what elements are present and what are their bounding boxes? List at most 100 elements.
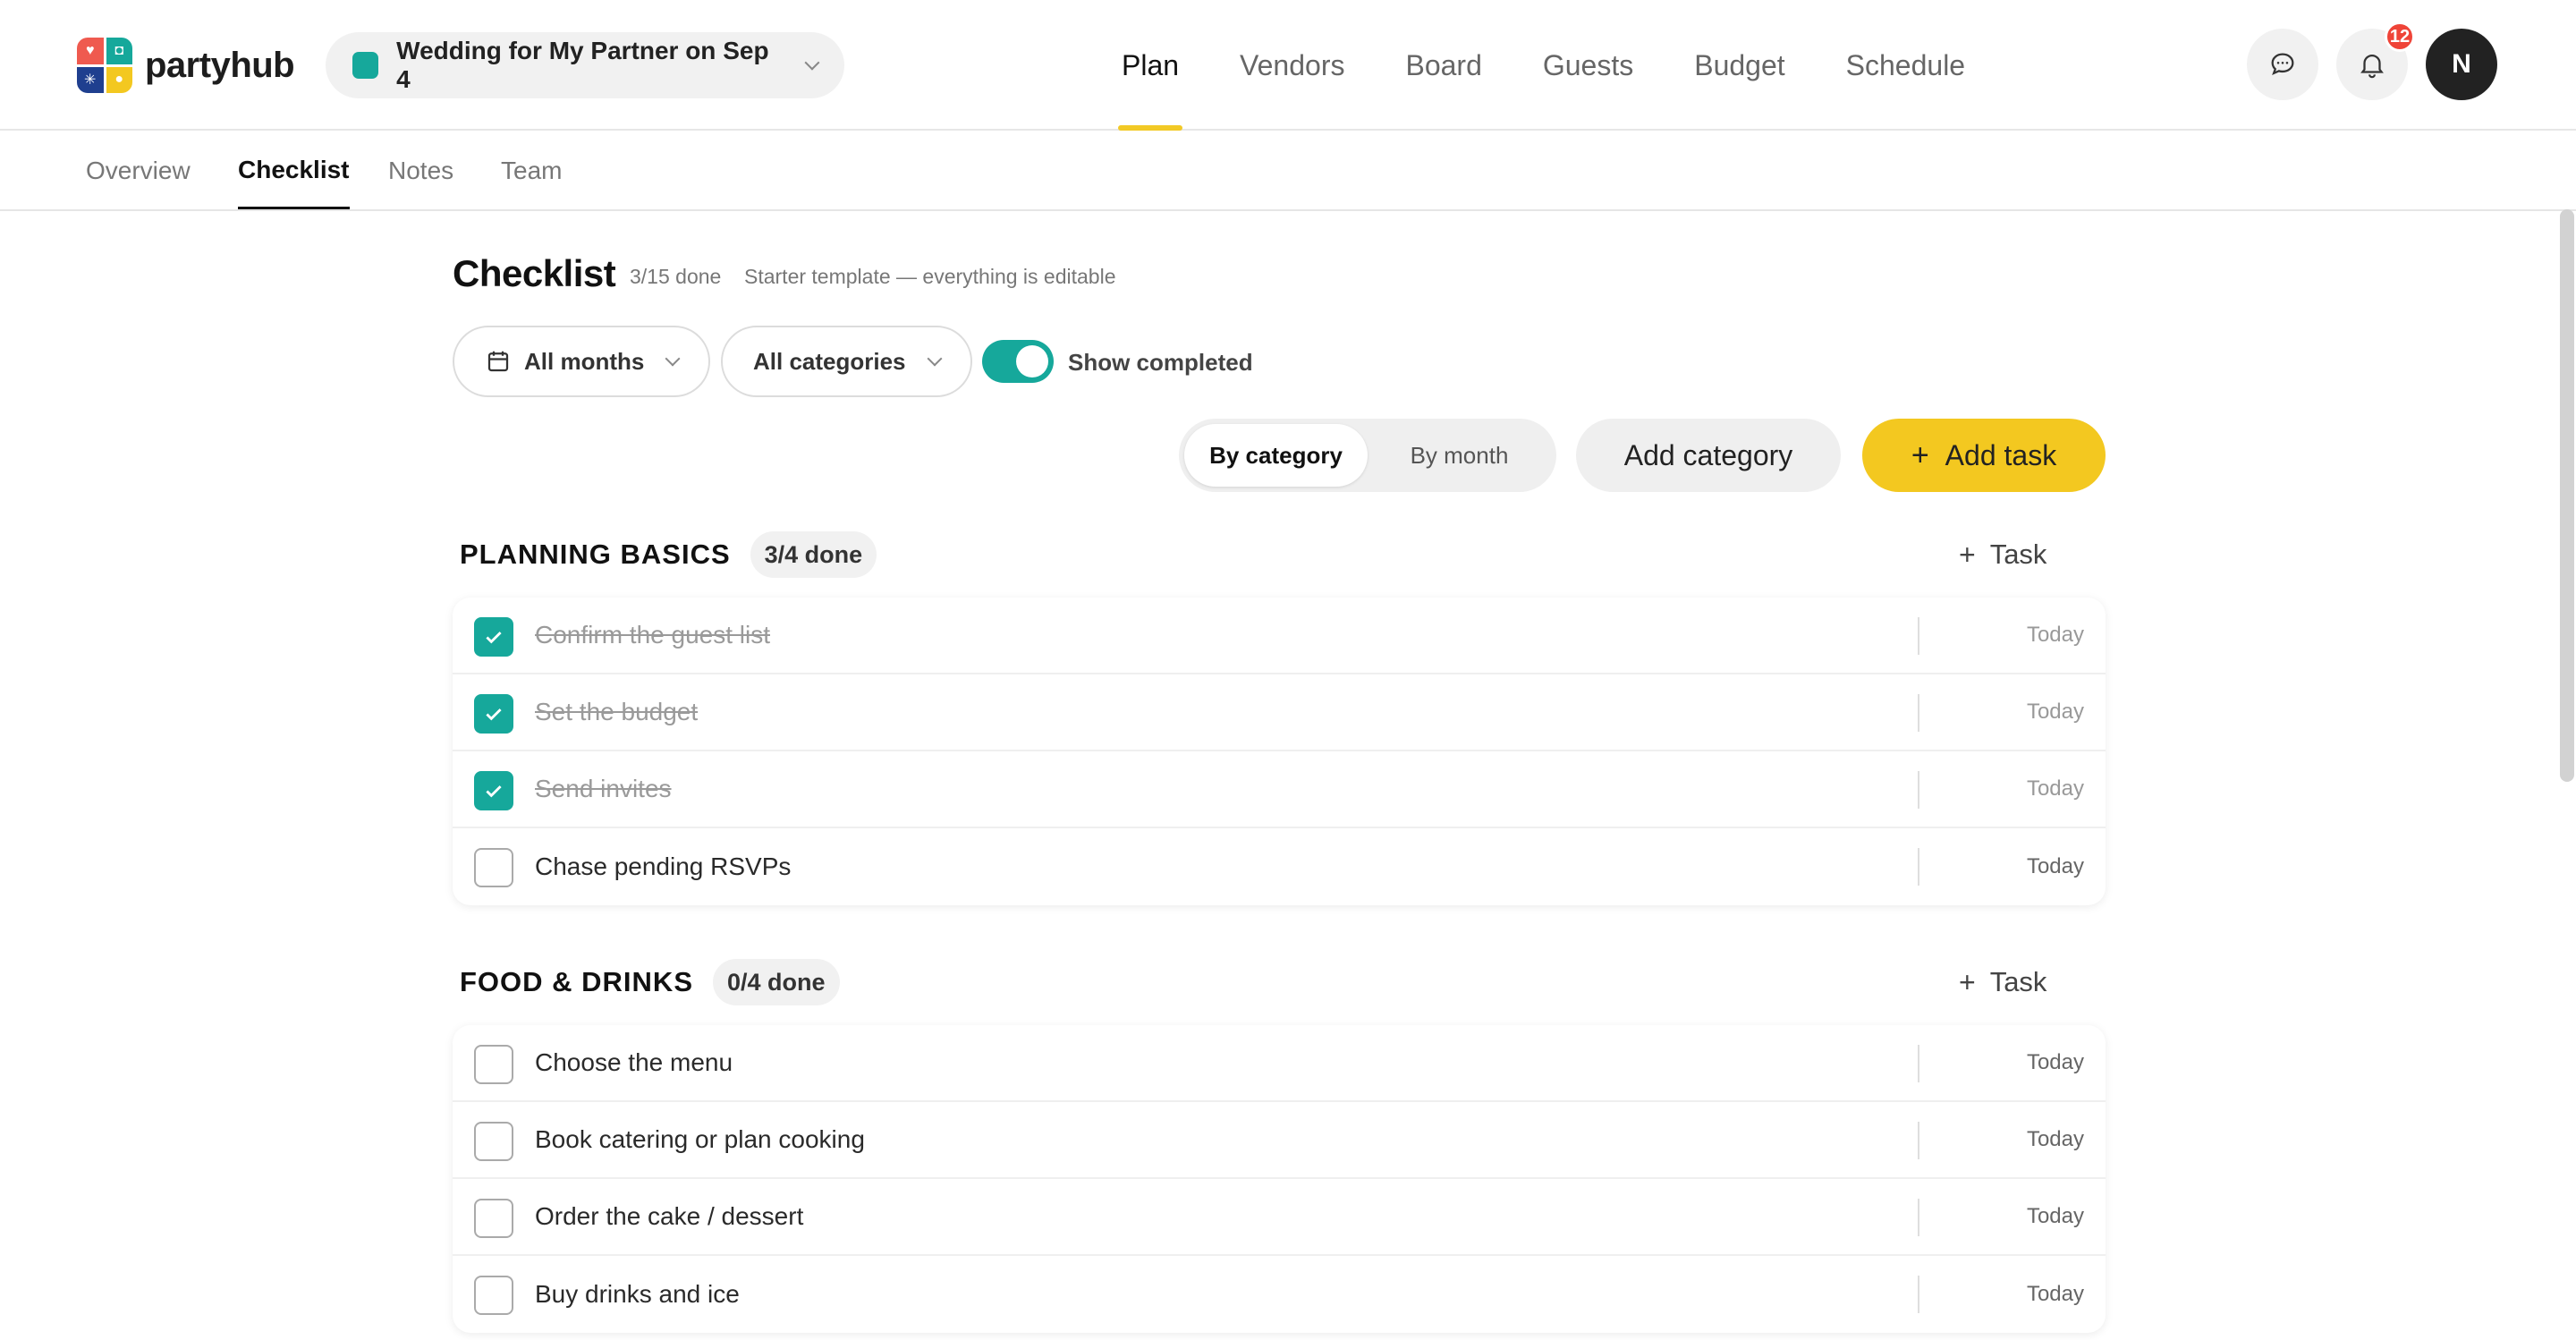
task-row[interactable]: Buy drinks and ice Today <box>453 1256 2106 1333</box>
nav-plan[interactable]: Plan <box>1091 0 1209 131</box>
chevron-down-icon <box>927 351 943 367</box>
chevron-down-icon <box>804 55 820 71</box>
top-header: ♥ ◘ ✳ ● partyhub Wedding for My Partner … <box>0 0 2576 131</box>
task-row[interactable]: Order the cake / dessert Today <box>453 1179 2106 1256</box>
months-filter[interactable]: All months <box>453 326 711 397</box>
category-name: FOOD & DRINKS <box>460 966 693 997</box>
chevron-down-icon <box>665 351 681 367</box>
plus-icon: + <box>1959 538 1976 571</box>
categories-filter-label: All categories <box>753 347 906 375</box>
bell-icon <box>2360 55 2384 79</box>
check-icon <box>486 708 502 721</box>
categories-filter[interactable]: All categories <box>721 326 972 397</box>
task-title[interactable]: Choose the menu <box>535 1048 733 1077</box>
task-row[interactable]: Confirm the guest list Today <box>453 598 2106 674</box>
row-divider <box>1918 694 1919 732</box>
task-due-date[interactable]: Today <box>2027 1050 2084 1075</box>
show-completed-toggle[interactable] <box>982 340 1054 383</box>
task-checkbox[interactable] <box>474 771 513 810</box>
add-task-to-category-button[interactable]: + Task <box>1959 959 2046 1005</box>
plus-icon: + <box>1959 965 1976 998</box>
task-due-date[interactable]: Today <box>2027 776 2084 801</box>
task-checkbox[interactable] <box>474 1199 513 1238</box>
task-checkbox[interactable] <box>474 1045 513 1084</box>
task-list-food-drinks: Choose the menu Today Book catering or p… <box>453 1025 2106 1333</box>
task-checkbox[interactable] <box>474 617 513 657</box>
category-header: FOOD & DRINKS 0/4 done <box>460 959 840 1005</box>
add-task-to-category-label: Task <box>1989 966 2047 997</box>
tab-overview[interactable]: Overview <box>86 132 191 209</box>
task-checkbox[interactable] <box>474 694 513 734</box>
task-due-date[interactable]: Today <box>2027 700 2084 725</box>
add-task-label: Add task <box>1945 438 2057 471</box>
row-divider <box>1918 1276 1919 1313</box>
nav-schedule[interactable]: Schedule <box>1816 0 1996 131</box>
show-completed-label: Show completed <box>1068 349 1253 376</box>
task-row[interactable]: Set the budget Today <box>453 674 2106 751</box>
nav-board[interactable]: Board <box>1375 0 1512 131</box>
view-toggle: By category By month <box>1179 419 1556 492</box>
task-checkbox[interactable] <box>474 1122 513 1161</box>
nav-guests[interactable]: Guests <box>1513 0 1664 131</box>
task-row[interactable]: Choose the menu Today <box>453 1025 2106 1102</box>
category-name: PLANNING BASICS <box>460 539 731 570</box>
category-header: PLANNING BASICS 3/4 done <box>460 531 877 578</box>
add-task-to-category-label: Task <box>1989 539 2047 570</box>
notification-badge: 12 <box>2385 21 2415 52</box>
check-icon <box>486 632 502 644</box>
chat-icon <box>2271 53 2294 76</box>
event-color-swatch <box>352 52 379 79</box>
row-divider <box>1918 848 1919 886</box>
task-due-date[interactable]: Today <box>2027 1282 2084 1307</box>
task-row[interactable]: Book catering or plan cooking Today <box>453 1102 2106 1179</box>
app-name: partyhub <box>145 45 295 85</box>
task-due-date[interactable]: Today <box>2027 1204 2084 1229</box>
task-title[interactable]: Set the budget <box>535 698 698 726</box>
messages-button[interactable] <box>2247 29 2318 100</box>
task-due-date[interactable]: Today <box>2027 623 2084 648</box>
event-name: Wedding for My Partner on Sep 4 <box>396 37 769 93</box>
tab-checklist[interactable]: Checklist <box>238 132 350 209</box>
main-nav: Plan Vendors Board Guests Budget Schedul… <box>1091 0 1996 131</box>
add-task-button[interactable]: + Add task <box>1862 419 2106 492</box>
event-switcher[interactable]: Wedding for My Partner on Sep 4 <box>326 32 844 98</box>
task-row[interactable]: Send invites Today <box>453 751 2106 828</box>
user-avatar[interactable]: N <box>2426 29 2497 100</box>
task-row[interactable]: Chase pending RSVPs Today <box>453 828 2106 905</box>
notifications-button[interactable]: 12 <box>2336 21 2415 100</box>
task-title[interactable]: Buy drinks and ice <box>535 1280 740 1309</box>
row-divider <box>1918 617 1919 655</box>
add-category-button[interactable]: Add category <box>1576 419 1841 492</box>
app-logo[interactable]: ♥ ◘ ✳ ● partyhub <box>77 38 295 93</box>
task-checkbox[interactable] <box>474 1276 513 1315</box>
nav-budget[interactable]: Budget <box>1664 0 1815 131</box>
add-task-to-category-button[interactable]: + Task <box>1959 531 2046 578</box>
row-divider <box>1918 1199 1919 1236</box>
plan-sub-tabs: Overview Checklist Notes Team <box>0 132 2576 211</box>
row-divider <box>1918 1122 1919 1159</box>
calendar-icon <box>487 351 509 372</box>
row-divider <box>1918 771 1919 809</box>
tab-team[interactable]: Team <box>501 132 562 209</box>
nav-vendors[interactable]: Vendors <box>1209 0 1375 131</box>
tab-notes[interactable]: Notes <box>388 132 453 209</box>
task-title[interactable]: Confirm the guest list <box>535 621 770 649</box>
page-scrollbar[interactable] <box>2560 209 2574 782</box>
task-title[interactable]: Book catering or plan cooking <box>535 1125 865 1154</box>
template-note: Starter template — everything is editabl… <box>744 265 1116 288</box>
partyhub-logo-icon: ♥ ◘ ✳ ● <box>77 38 132 93</box>
task-title[interactable]: Send invites <box>535 775 672 803</box>
by-category-button[interactable]: By category <box>1184 424 1368 487</box>
check-icon <box>486 785 502 798</box>
category-count-badge: 0/4 done <box>713 959 840 1005</box>
task-due-date[interactable]: Today <box>2027 854 2084 879</box>
task-checkbox[interactable] <box>474 848 513 887</box>
category-count-badge: 3/4 done <box>750 531 877 578</box>
task-due-date[interactable]: Today <box>2027 1127 2084 1152</box>
by-month-button[interactable]: By month <box>1368 424 1551 487</box>
plus-icon: + <box>1911 438 1929 472</box>
row-divider <box>1918 1045 1919 1082</box>
page-title: Checklist <box>453 252 616 294</box>
task-title[interactable]: Order the cake / dessert <box>535 1202 803 1231</box>
task-title[interactable]: Chase pending RSVPs <box>535 852 791 881</box>
